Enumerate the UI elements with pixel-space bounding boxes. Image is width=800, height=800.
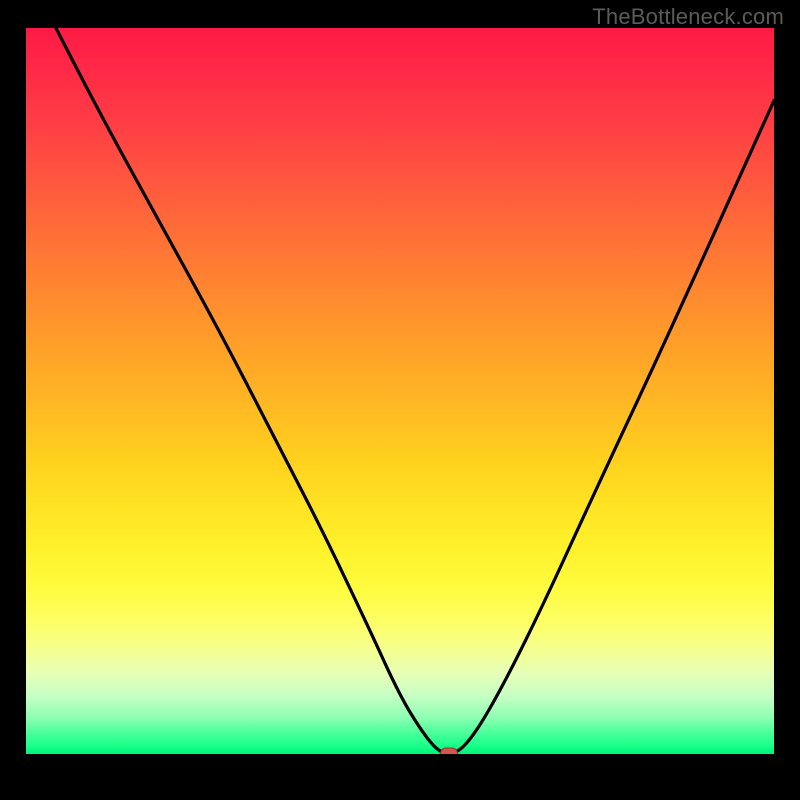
- watermark-text: TheBottleneck.com: [592, 4, 784, 30]
- plot-area: [26, 28, 774, 754]
- chart-frame: TheBottleneck.com: [0, 0, 800, 800]
- minimum-marker: [440, 748, 458, 755]
- bottleneck-curve: [26, 28, 774, 754]
